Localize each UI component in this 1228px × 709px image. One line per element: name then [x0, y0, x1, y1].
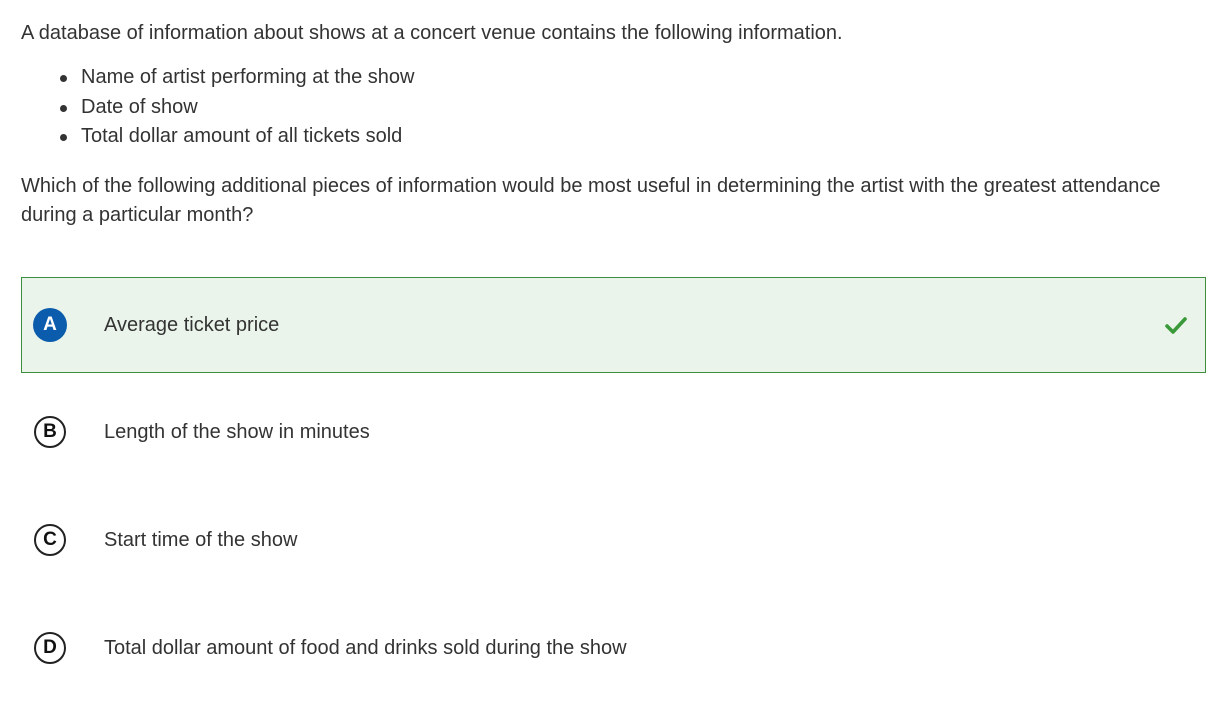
info-list: Name of artist performing at the show Da… — [21, 63, 1206, 152]
bullet-icon — [60, 134, 67, 141]
choice-letter-a: A — [34, 309, 66, 341]
choice-letter-c: C — [34, 524, 66, 556]
choice-text-d: Total dollar amount of food and drinks s… — [104, 637, 627, 659]
answer-choice-a[interactable]: A Average ticket price — [21, 277, 1206, 373]
choice-letter-d: D — [34, 632, 66, 664]
choice-text-b: Length of the show in minutes — [104, 421, 370, 443]
info-list-item-text: Date of show — [81, 95, 198, 118]
answer-choice-c[interactable]: C Start time of the show — [21, 493, 1206, 587]
info-list-item-text: Total dollar amount of all tickets sold — [81, 125, 403, 147]
question-intro: A database of information about shows at… — [21, 22, 843, 44]
bullet-icon — [60, 75, 67, 82]
checkmark-icon — [1165, 317, 1187, 334]
choice-text-c: Start time of the show — [104, 529, 298, 551]
info-list-item-text: Name of artist performing at the show — [81, 66, 415, 88]
answer-choice-d[interactable]: D Total dollar amount of food and drinks… — [21, 601, 1206, 695]
info-list-item: Name of artist performing at the show — [60, 63, 1206, 93]
question-prompt: Which of the following additional pieces… — [21, 174, 1161, 227]
choice-letter-b: B — [34, 416, 66, 448]
answer-choices: A Average ticket price B Length of the s… — [21, 277, 1206, 709]
question-stem: A database of information about shows at… — [21, 18, 1206, 231]
info-list-item: Date of show — [60, 93, 1206, 123]
info-list-item: Total dollar amount of all tickets sold — [60, 122, 1206, 152]
bullet-icon — [60, 104, 67, 112]
answer-choice-b[interactable]: B Length of the show in minutes — [21, 385, 1206, 479]
choice-text-a: Average ticket price — [104, 314, 280, 336]
